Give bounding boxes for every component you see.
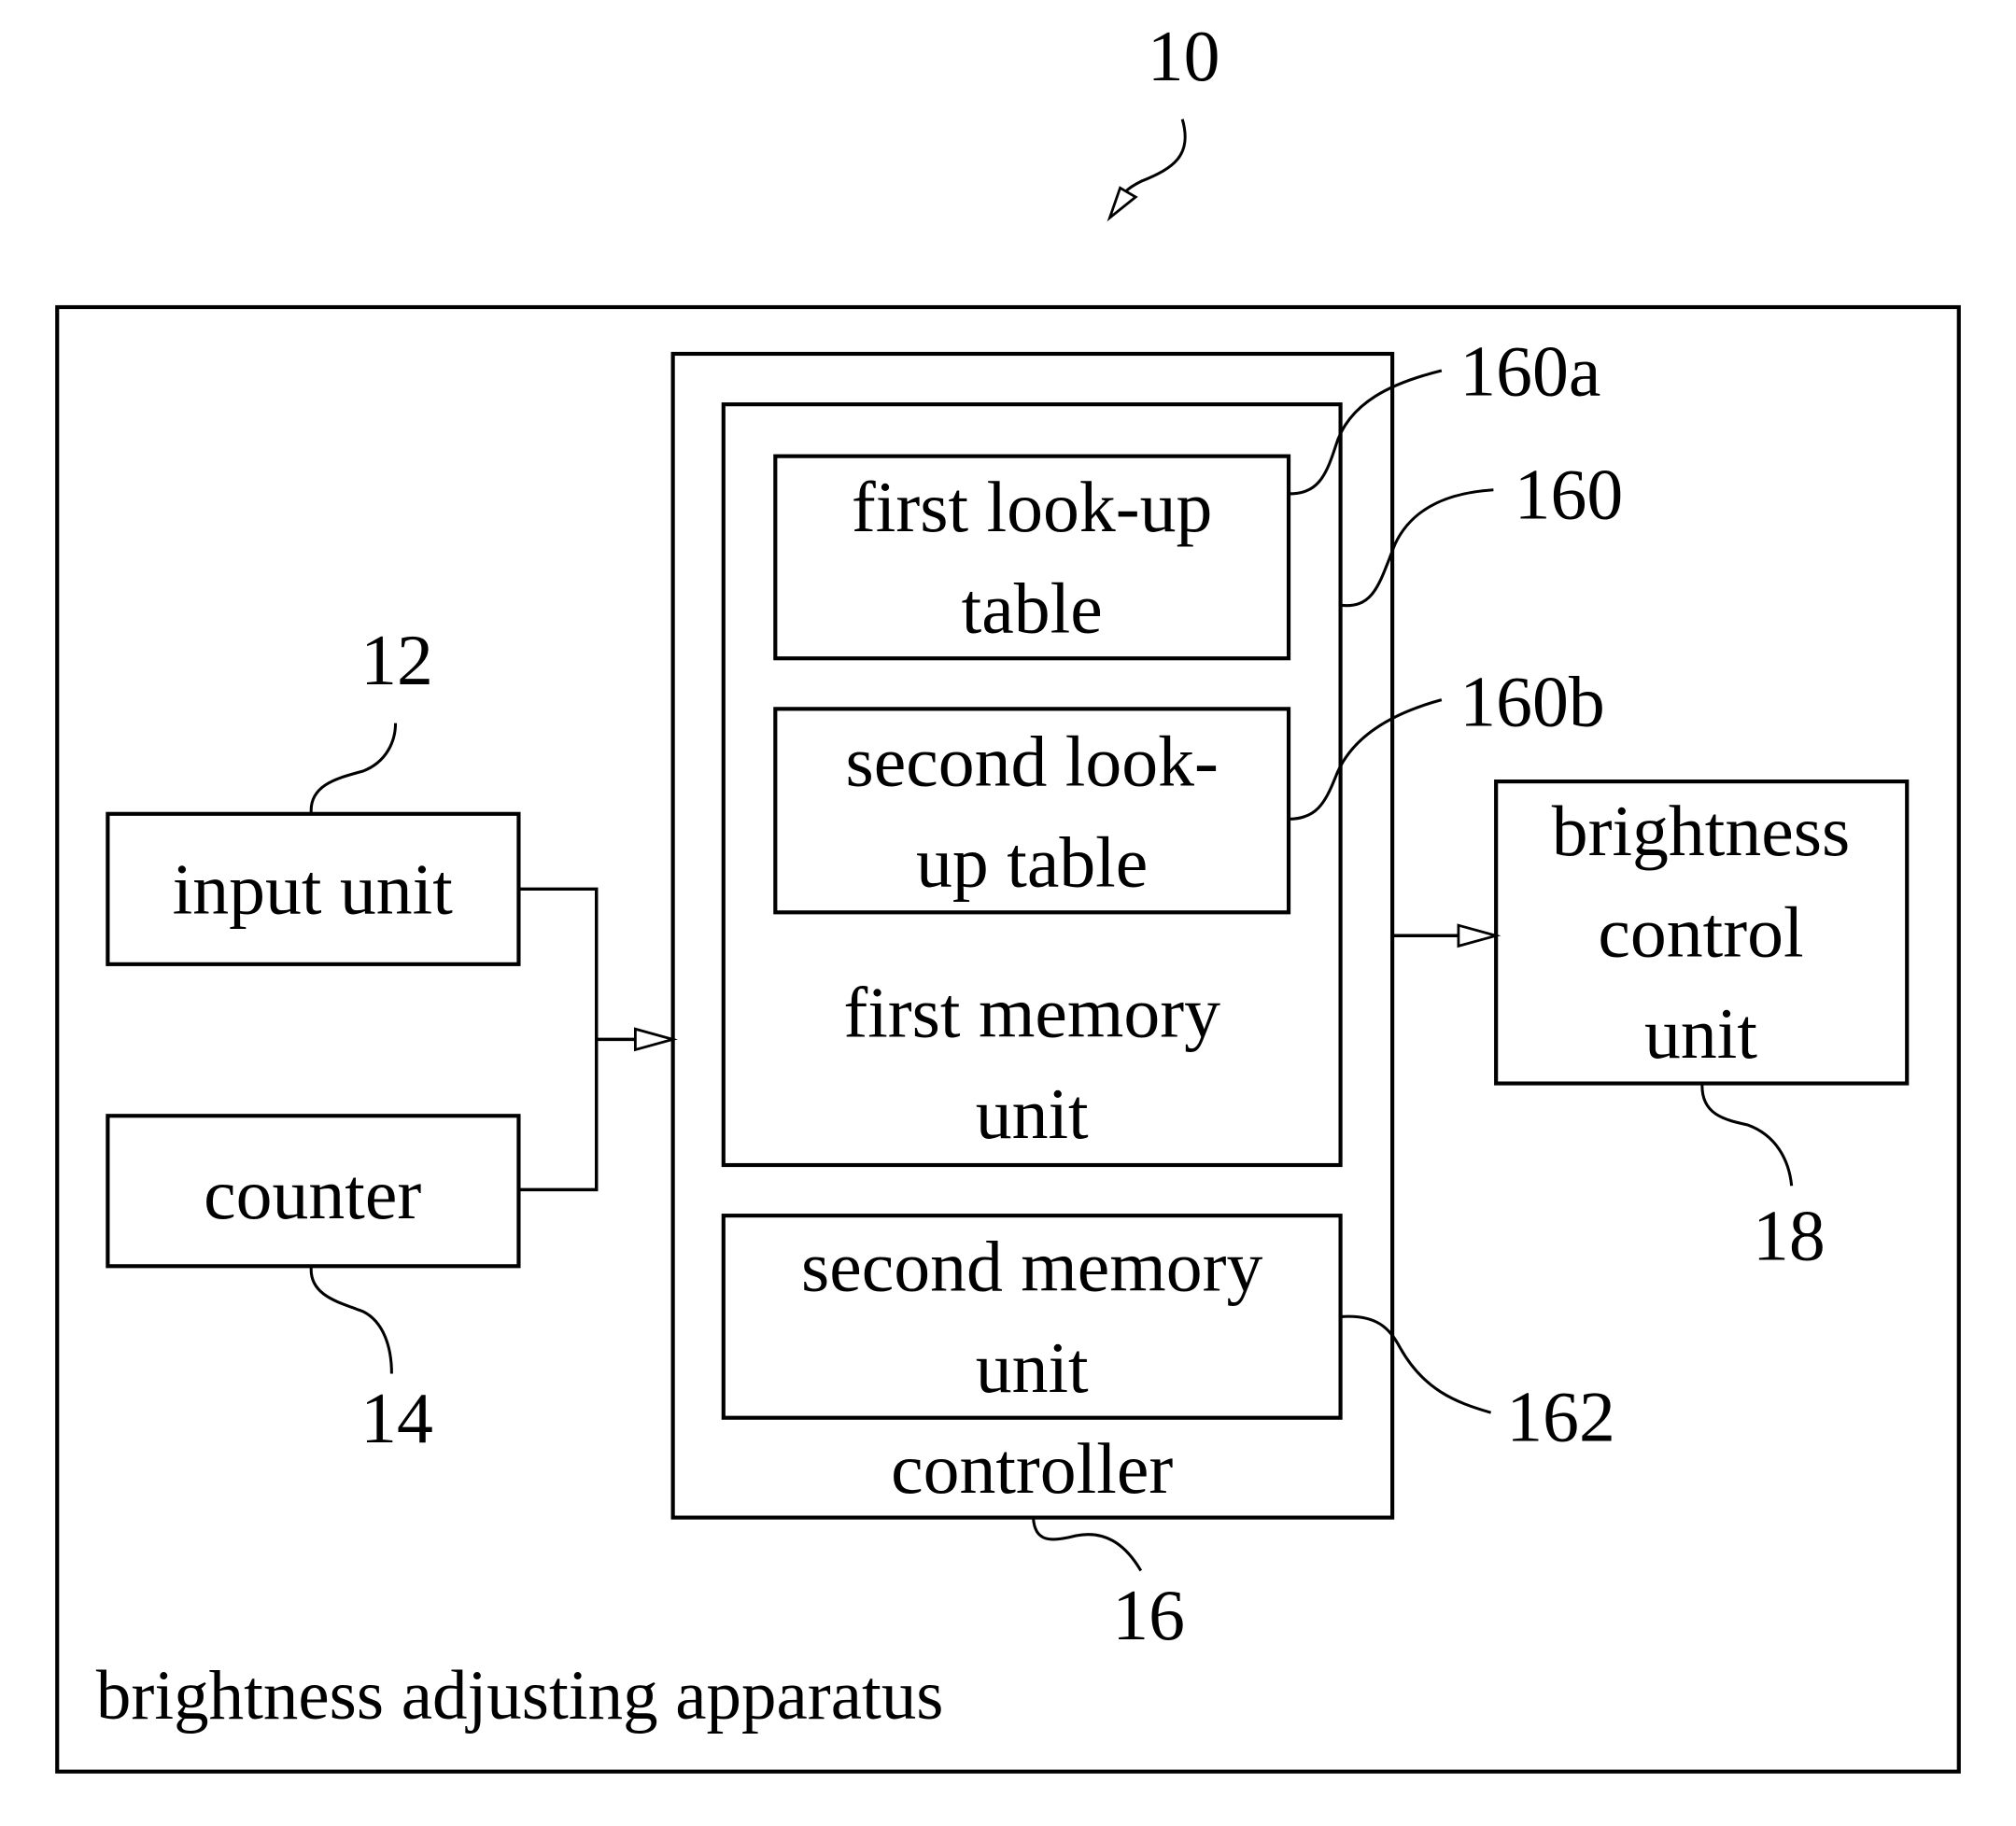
first-memory-unit-label-line2: unit — [976, 1074, 1089, 1154]
second-lookup-table-leader — [1289, 698, 1443, 821]
brightness-control-unit-label-line2: control — [1598, 892, 1803, 973]
second-memory-unit-label-line2: unit — [976, 1327, 1089, 1408]
first-memory-unit-label-line1: first memory — [843, 973, 1220, 1053]
first-lookup-table-leader — [1289, 369, 1443, 496]
first-lookup-table-ref: 160a — [1459, 330, 1600, 411]
figure-pointer-line — [1116, 119, 1187, 204]
second-memory-unit-block: second memory unit — [721, 1214, 1343, 1420]
first-memory-unit-ref: 160 — [1515, 454, 1624, 534]
first-lookup-table-label-line2: table — [962, 568, 1103, 648]
counter-ref: 14 — [360, 1378, 433, 1458]
controller-leader — [1032, 1517, 1143, 1572]
input-unit-block: input unit — [106, 811, 521, 966]
second-lookup-table-label-line2: up table — [916, 822, 1148, 903]
block-diagram: 10 brightness adjusting apparatus input … — [55, 16, 1961, 1774]
brightness-control-unit-block: brightness control unit — [1494, 780, 1910, 1086]
input-unit-leader — [309, 723, 398, 814]
counter-leader — [309, 1266, 393, 1374]
brightness-control-unit-label-line3: unit — [1644, 993, 1757, 1074]
controller-ref: 16 — [1112, 1575, 1185, 1655]
first-lookup-table-label-line1: first look-up — [852, 467, 1212, 547]
second-memory-unit-label-line1: second memory — [801, 1227, 1262, 1307]
second-memory-unit-ref: 162 — [1506, 1377, 1615, 1457]
figure-pointer-arrow-icon — [1107, 186, 1138, 222]
counter-label: counter — [204, 1154, 421, 1234]
apparatus-label: brightness adjusting apparatus — [96, 1657, 944, 1735]
brightness-control-unit-ref: 18 — [1753, 1195, 1826, 1275]
first-memory-unit-leader — [1340, 488, 1494, 608]
input-to-bus-line — [518, 887, 599, 1192]
second-lookup-table-block: second look- up table — [773, 707, 1291, 915]
brightness-control-unit-label-line1: brightness — [1552, 791, 1851, 871]
brightness-control-unit-leader — [1700, 1083, 1794, 1187]
second-memory-unit-leader — [1340, 1314, 1492, 1414]
counter-block: counter — [106, 1114, 521, 1269]
controller-input-arrow-icon — [633, 1027, 678, 1052]
controller-label: controller — [891, 1428, 1173, 1509]
second-lookup-table-ref: 160b — [1459, 661, 1604, 741]
input-unit-label: input unit — [173, 850, 454, 930]
input-unit-ref: 12 — [360, 620, 433, 700]
brightness-input-arrow-icon — [1457, 923, 1501, 948]
first-lookup-table-block: first look-up table — [773, 454, 1291, 661]
figure-reference-10: 10 — [1148, 16, 1220, 96]
second-lookup-table-label-line1: second look- — [845, 721, 1218, 801]
